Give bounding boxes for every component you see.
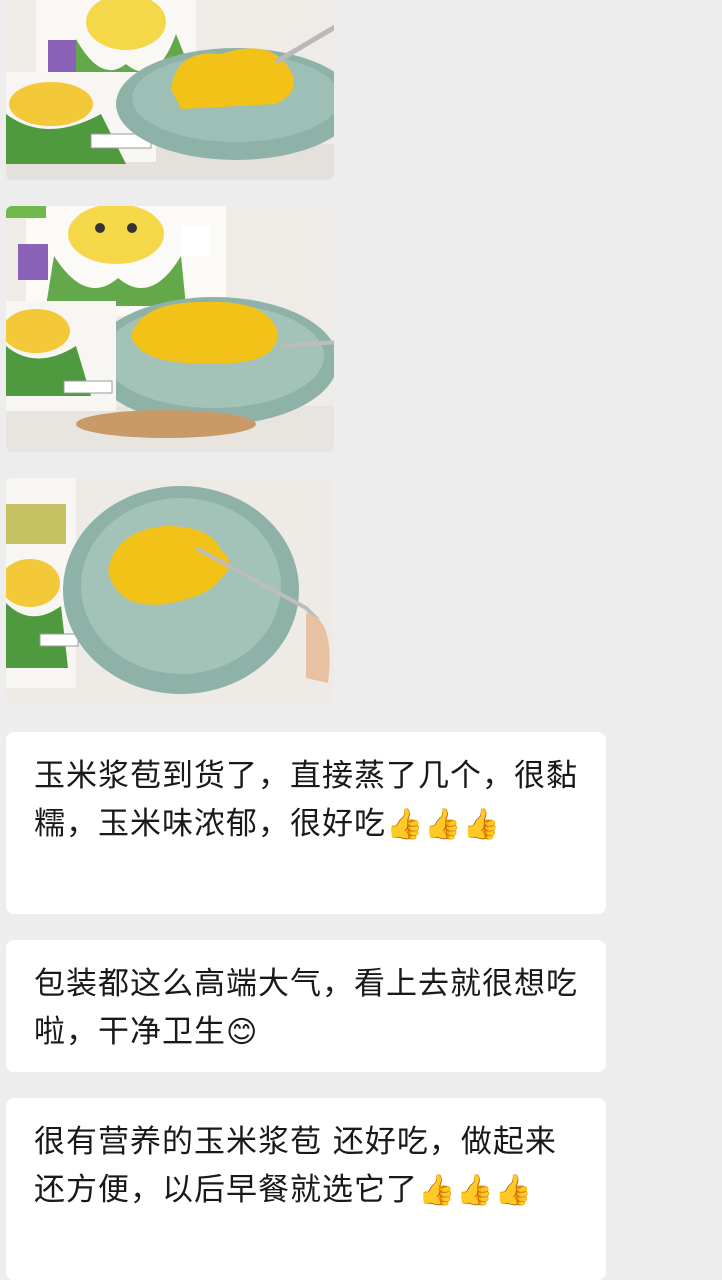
chat-image-2[interactable] <box>6 206 334 452</box>
chat-message-bubble[interactable]: 很有营养的玉米浆苞 还好吃，做起来还方便，以后早餐就选它了👍👍👍 <box>6 1098 606 1280</box>
chat-message-bubble[interactable]: 包装都这么高端大气，看上去就很想吃啦，干净卫生😊 <box>6 940 606 1072</box>
chat-message-bubble[interactable]: 玉米浆苞到货了，直接蒸了几个，很黏糯，玉米味浓郁，很好吃👍👍👍 <box>6 732 606 914</box>
message-text: 包装都这么高端大气，看上去就很想吃啦，干净卫生 <box>34 966 578 1050</box>
chat-image-3[interactable] <box>6 478 334 706</box>
corn-cake-plate-image <box>6 0 334 180</box>
corn-cake-bitten-image <box>6 478 334 706</box>
corn-cake-plate-image <box>6 206 334 452</box>
chat-image-1[interactable] <box>6 0 334 180</box>
smiling-face-icon: 😊 <box>226 1015 259 1050</box>
thumbs-up-icon: 👍👍👍 <box>418 1173 534 1208</box>
thumbs-up-icon: 👍👍👍 <box>386 807 502 842</box>
